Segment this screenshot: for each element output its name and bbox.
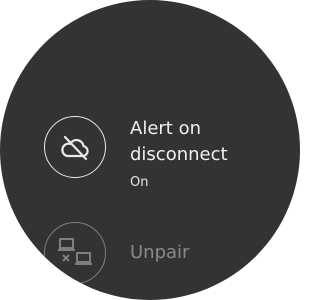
alert-icon-button[interactable] xyxy=(44,116,106,178)
unpair-item[interactable]: Unpair xyxy=(44,222,189,284)
alert-title: Alert on disconnect xyxy=(130,118,228,165)
watch-screen: Alert on disconnect On Unpair xyxy=(0,0,300,300)
alert-status: On xyxy=(130,175,149,190)
devices-unlink-icon xyxy=(58,238,92,265)
alert-on-disconnect-item[interactable]: Alert on disconnect On xyxy=(44,116,250,192)
unpair-label: Unpair xyxy=(130,242,190,263)
unpair-icon-button[interactable] xyxy=(44,222,106,284)
cloud-off-icon xyxy=(61,135,89,161)
